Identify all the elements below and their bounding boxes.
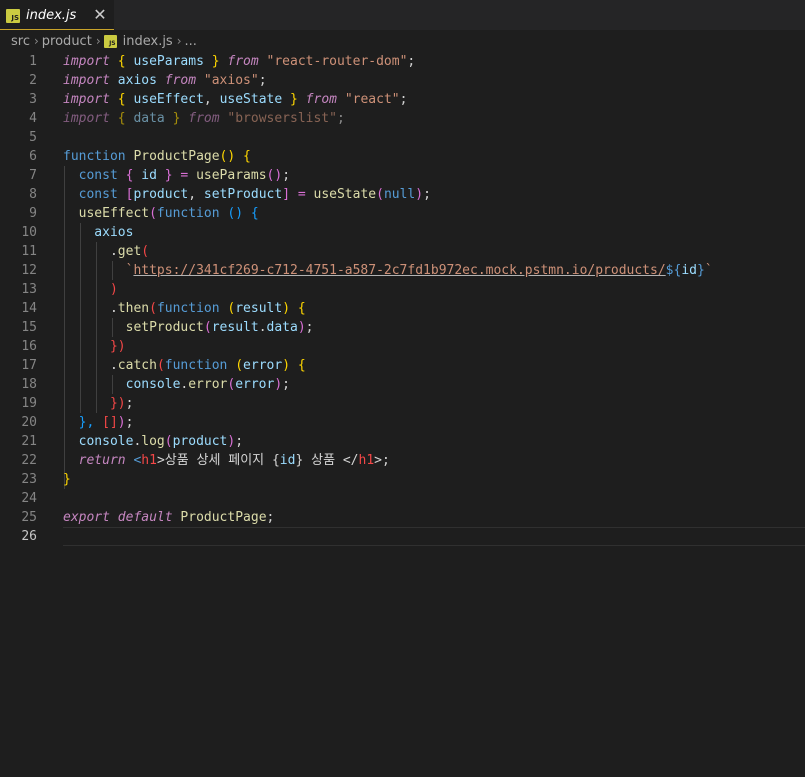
tab-bar: JS index.js ✕	[0, 0, 805, 30]
code-line: import { useParams } from "react-router-…	[63, 54, 416, 69]
javascript-file-icon: JS	[103, 34, 117, 48]
line-number-active: 26	[21, 529, 37, 544]
active-tab-indicator	[0, 29, 114, 30]
line-number: 6	[29, 149, 37, 164]
line-number: 1	[29, 54, 37, 69]
code-line: setProduct(result.data);	[63, 320, 314, 335]
line-number: 10	[21, 225, 37, 240]
code-line: import { useEffect, useState } from "rea…	[63, 92, 408, 107]
line-number: 5	[29, 130, 37, 145]
javascript-file-icon: JS	[6, 8, 20, 23]
breadcrumb-item-product[interactable]: product	[42, 34, 92, 49]
code-line: return <h1>상품 상세 페이지 {id} 상품 </h1>;	[63, 453, 390, 468]
url-link[interactable]: https://341cf269-c712-4751-a587-2c7fd1b9…	[133, 263, 665, 278]
line-number: 23	[21, 472, 37, 487]
tab-index-js[interactable]: JS index.js ✕	[0, 0, 114, 30]
line-number: 21	[21, 434, 37, 449]
line-number: 24	[21, 491, 37, 506]
code-line: import axios from "axios";	[63, 73, 267, 88]
line-number: 25	[21, 510, 37, 525]
code-line: import { data } from "browserslist";	[63, 111, 345, 126]
line-number: 22	[21, 453, 37, 468]
breadcrumb-item-file[interactable]: index.js	[123, 34, 173, 49]
tab-label: index.js	[26, 8, 77, 23]
line-number: 3	[29, 92, 37, 107]
code-line: console.error(error);	[63, 377, 290, 392]
breadcrumb-item-symbol[interactable]: ...	[185, 34, 197, 49]
code-line: const { id } = useParams();	[63, 168, 291, 183]
current-line-highlight[interactable]	[63, 527, 805, 546]
code-line: function ProductPage() {	[63, 149, 251, 164]
line-number: 18	[21, 377, 37, 392]
code-line: });	[63, 396, 134, 411]
code-line: }	[63, 472, 71, 487]
breadcrumb-item-src[interactable]: src	[11, 34, 30, 49]
line-number: 20	[21, 415, 37, 430]
breadcrumb: src › product › JS index.js › ...	[0, 30, 805, 52]
line-number: 17	[21, 358, 37, 373]
code-line: useEffect(function () {	[63, 206, 259, 221]
code-line: `https://341cf269-c712-4751-a587-2c7fd1b…	[63, 263, 713, 278]
line-number: 13	[21, 282, 37, 297]
code-line: export default ProductPage;	[63, 510, 275, 525]
code-line: })	[63, 339, 126, 354]
chevron-right-icon: ›	[176, 34, 182, 48]
code-line: }, []);	[63, 415, 134, 430]
editor-window: JS index.js ✕ src › product › JS index.j…	[0, 0, 805, 777]
code-line: .get(	[63, 244, 150, 259]
code-line: )	[63, 282, 118, 297]
code-line: console.log(product);	[63, 434, 244, 449]
code-line: axios	[63, 225, 134, 240]
close-icon[interactable]: ✕	[92, 5, 108, 25]
line-number: 11	[21, 244, 37, 259]
chevron-right-icon: ›	[33, 34, 39, 48]
line-number: 4	[29, 111, 37, 126]
code-line: .then(function (result) {	[63, 301, 306, 316]
line-number: 8	[29, 187, 37, 202]
line-number: 9	[29, 206, 37, 221]
code-line: .catch(function (error) {	[63, 358, 306, 373]
chevron-right-icon: ›	[95, 34, 101, 48]
line-number: 19	[21, 396, 37, 411]
line-number: 2	[29, 73, 37, 88]
line-number: 7	[29, 168, 37, 183]
line-number: 15	[21, 320, 37, 335]
code-editor[interactable]: 1 2 3 4 5 6 7 8 9 10 11 12 13 14 15 16 1…	[0, 52, 805, 777]
code-line: const [product, setProduct] = useState(n…	[63, 187, 431, 202]
line-number: 14	[21, 301, 37, 316]
line-number: 12	[21, 263, 37, 278]
line-number: 16	[21, 339, 37, 354]
